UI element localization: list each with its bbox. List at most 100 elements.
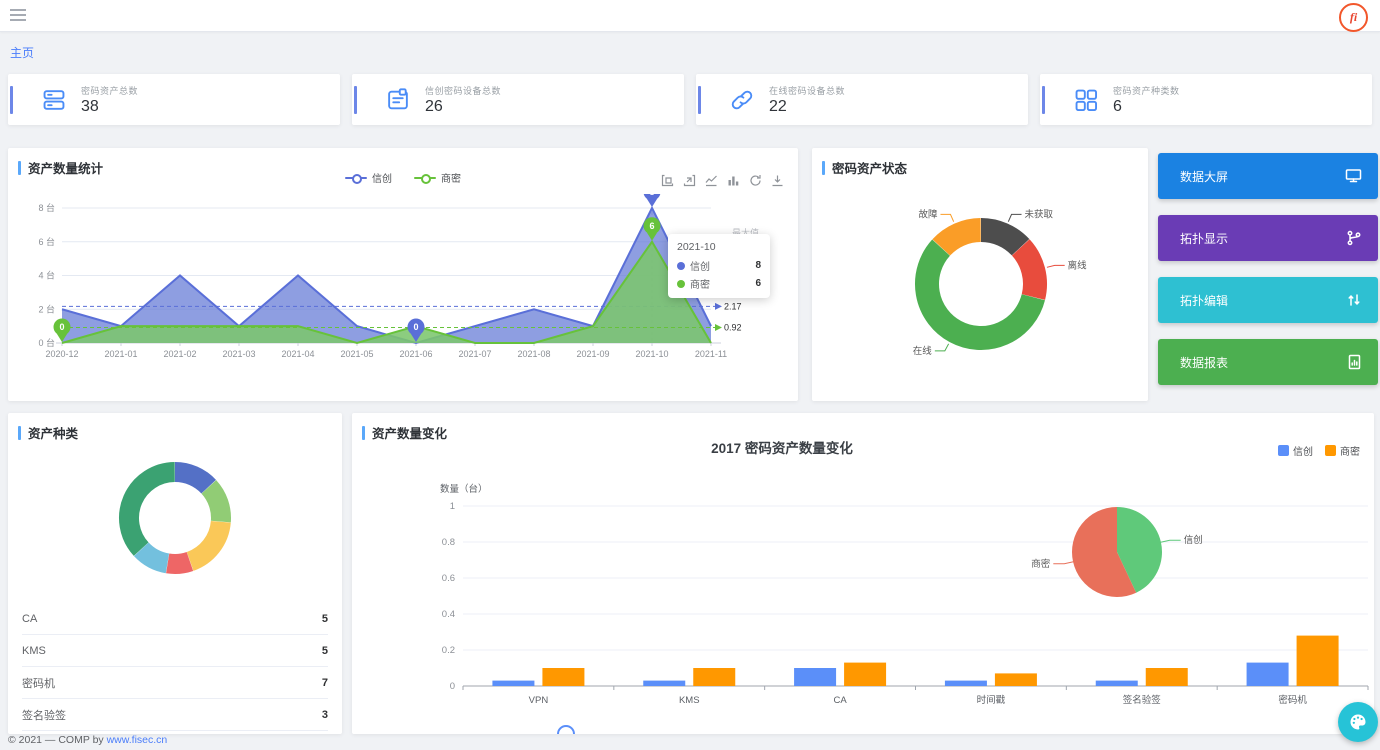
svg-text:2021-02: 2021-02 <box>163 349 196 359</box>
monitor-icon <box>1345 168 1362 184</box>
theme-fab-button[interactable] <box>1338 702 1378 742</box>
stat-card-online-devices: 在线密码设备总数 22 <box>696 74 1028 125</box>
partial-indicator <box>557 725 575 734</box>
grid-icon <box>1073 87 1099 113</box>
svg-text:密码机: 密码机 <box>1278 694 1307 706</box>
data-report-button[interactable]: 数据报表 <box>1158 339 1378 385</box>
list-item: 密码机7 <box>22 667 328 699</box>
quick-actions: 数据大屏 拓扑显示 拓扑编辑 数据报表 <box>1158 153 1378 401</box>
svg-text:4 台: 4 台 <box>38 270 55 281</box>
svg-text:8: 8 <box>649 194 654 197</box>
svg-text:0.2: 0.2 <box>442 645 455 656</box>
legend-item-xinchuang[interactable]: 信创 <box>1278 443 1313 458</box>
stat-label: 密码资产总数 <box>81 84 138 97</box>
stat-accent <box>1042 86 1045 114</box>
fisec-link[interactable]: www.fisec.cn <box>107 734 168 746</box>
dashboard-page: fi 主页 密码资产总数 38 信创密码设备总数 26 在线 <box>0 0 1380 750</box>
svg-text:2021-03: 2021-03 <box>222 349 255 359</box>
zoom-reset-icon[interactable] <box>683 174 696 187</box>
list-item: KMS5 <box>22 635 328 667</box>
asset-type-list: CA5 KMS5 密码机7 签名验签3 时间戳4 <box>8 603 342 734</box>
asset-trend-card: 资产数量统计 信创 商密 2020-122021-012021-022021-0… <box>8 148 798 401</box>
stat-value: 22 <box>769 98 845 116</box>
asset-change-card: 资产数量变化 2017 密码资产数量变化 信创 商密 数量（台） 0 0.2 0.4… <box>352 413 1374 734</box>
series-dot <box>677 262 685 270</box>
card-title-asset-types: 资产种类 <box>28 423 78 442</box>
bar-chart-icon[interactable] <box>727 174 740 187</box>
svg-text:离线: 离线 <box>1068 259 1088 271</box>
zoom-select-icon[interactable] <box>661 174 674 187</box>
refresh-icon[interactable] <box>749 174 762 187</box>
topology-icon <box>1346 230 1362 246</box>
svg-text:0.6: 0.6 <box>442 573 455 584</box>
svg-text:2021-07: 2021-07 <box>458 349 491 359</box>
svg-text:0: 0 <box>59 322 64 332</box>
line-chart-icon[interactable] <box>705 174 718 187</box>
title-accent <box>18 426 21 440</box>
svg-text:VPN: VPN <box>529 695 549 706</box>
list-item: 签名验签3 <box>22 699 328 731</box>
series-dot <box>677 280 685 288</box>
svg-text:0.4: 0.4 <box>442 609 455 620</box>
svg-text:故障: 故障 <box>918 208 938 220</box>
legend-item-xinchuang[interactable]: 信创 <box>345 170 392 185</box>
legend-item-shangmi[interactable]: 商密 <box>414 170 461 185</box>
stat-label: 在线密码设备总数 <box>769 84 845 97</box>
asset-trend-chart[interactable]: 2020-122021-012021-022021-032021-042021-… <box>16 194 788 399</box>
title-accent <box>822 161 825 175</box>
footer: © 2021 — COMP by www.fisec.cn <box>8 734 167 746</box>
card-title-asset-change: 资产数量变化 <box>372 423 447 442</box>
chart-tooltip: 2021-10 信创8 商密6 <box>668 234 770 298</box>
stat-accent <box>354 86 357 114</box>
svg-text:2021-05: 2021-05 <box>340 349 373 359</box>
fisec-logo-icon[interactable]: fi <box>1339 3 1368 32</box>
y-axis-label: 数量（台） <box>440 481 488 495</box>
topology-edit-icon <box>1346 292 1362 308</box>
top-navbar: fi <box>0 0 1380 32</box>
svg-text:0.8: 0.8 <box>442 537 455 548</box>
stat-card-total-assets: 密码资产总数 38 <box>8 74 340 125</box>
svg-text:2020-12: 2020-12 <box>45 349 78 359</box>
svg-text:2021-06: 2021-06 <box>399 349 432 359</box>
asset-status-donut-chart[interactable]: 未获取离线在线 故障 <box>812 176 1148 396</box>
topology-view-button[interactable]: 拓扑显示 <box>1158 215 1378 261</box>
hamburger-menu-icon[interactable] <box>10 9 26 21</box>
stats-row: 密码资产总数 38 信创密码设备总数 26 在线密码设备总数 22 密 <box>8 74 1372 125</box>
device-icon <box>385 87 411 113</box>
bar-chart-legend: 信创 商密 <box>1278 443 1360 458</box>
svg-text:时间戳: 时间戳 <box>977 694 1006 706</box>
svg-text:0.92: 0.92 <box>724 322 742 332</box>
stat-accent <box>698 86 701 114</box>
asset-status-card: 密码资产状态 未获取离线在线故障 <box>812 148 1148 401</box>
topology-edit-button[interactable]: 拓扑编辑 <box>1158 277 1378 323</box>
asset-change-bar-chart[interactable]: 00.20.40.60.81VPNKMSCA时间戳签名验签密码机 <box>368 499 1374 725</box>
svg-text:8 台: 8 台 <box>38 202 55 213</box>
breadcrumb[interactable]: 主页 <box>10 44 34 61</box>
legend-line-marker <box>345 177 367 179</box>
stat-value: 26 <box>425 98 501 116</box>
download-icon[interactable] <box>771 174 784 187</box>
svg-text:2.17: 2.17 <box>724 301 742 311</box>
server-icon <box>41 87 67 113</box>
svg-text:在线: 在线 <box>913 345 933 357</box>
bar-chart-title: 2017 密码资产数量变化 <box>642 437 922 457</box>
svg-text:6: 6 <box>649 221 654 231</box>
svg-text:6 台: 6 台 <box>38 236 55 247</box>
svg-text:0 台: 0 台 <box>38 337 55 348</box>
data-screen-button[interactable]: 数据大屏 <box>1158 153 1378 199</box>
svg-text:签名验签: 签名验签 <box>1123 694 1162 706</box>
stat-value: 38 <box>81 98 138 116</box>
stat-card-asset-kinds: 密码资产种类数 6 <box>1040 74 1372 125</box>
tooltip-row: 商密6 <box>677 276 761 291</box>
legend-item-shangmi[interactable]: 商密 <box>1325 443 1360 458</box>
svg-text:0: 0 <box>450 681 455 692</box>
svg-text:未获取: 未获取 <box>1025 208 1054 220</box>
title-accent <box>362 426 365 440</box>
asset-types-donut-chart[interactable] <box>8 441 342 601</box>
stat-card-xinchuang-devices: 信创密码设备总数 26 <box>352 74 684 125</box>
svg-text:KMS: KMS <box>679 695 700 706</box>
asset-types-card: 资产种类 CA5 KMS5 密码机7 签名验签3 时间戳4 <box>8 413 342 734</box>
svg-text:CA: CA <box>833 695 847 706</box>
tooltip-row: 信创8 <box>677 258 761 273</box>
stat-label: 信创密码设备总数 <box>425 84 501 97</box>
